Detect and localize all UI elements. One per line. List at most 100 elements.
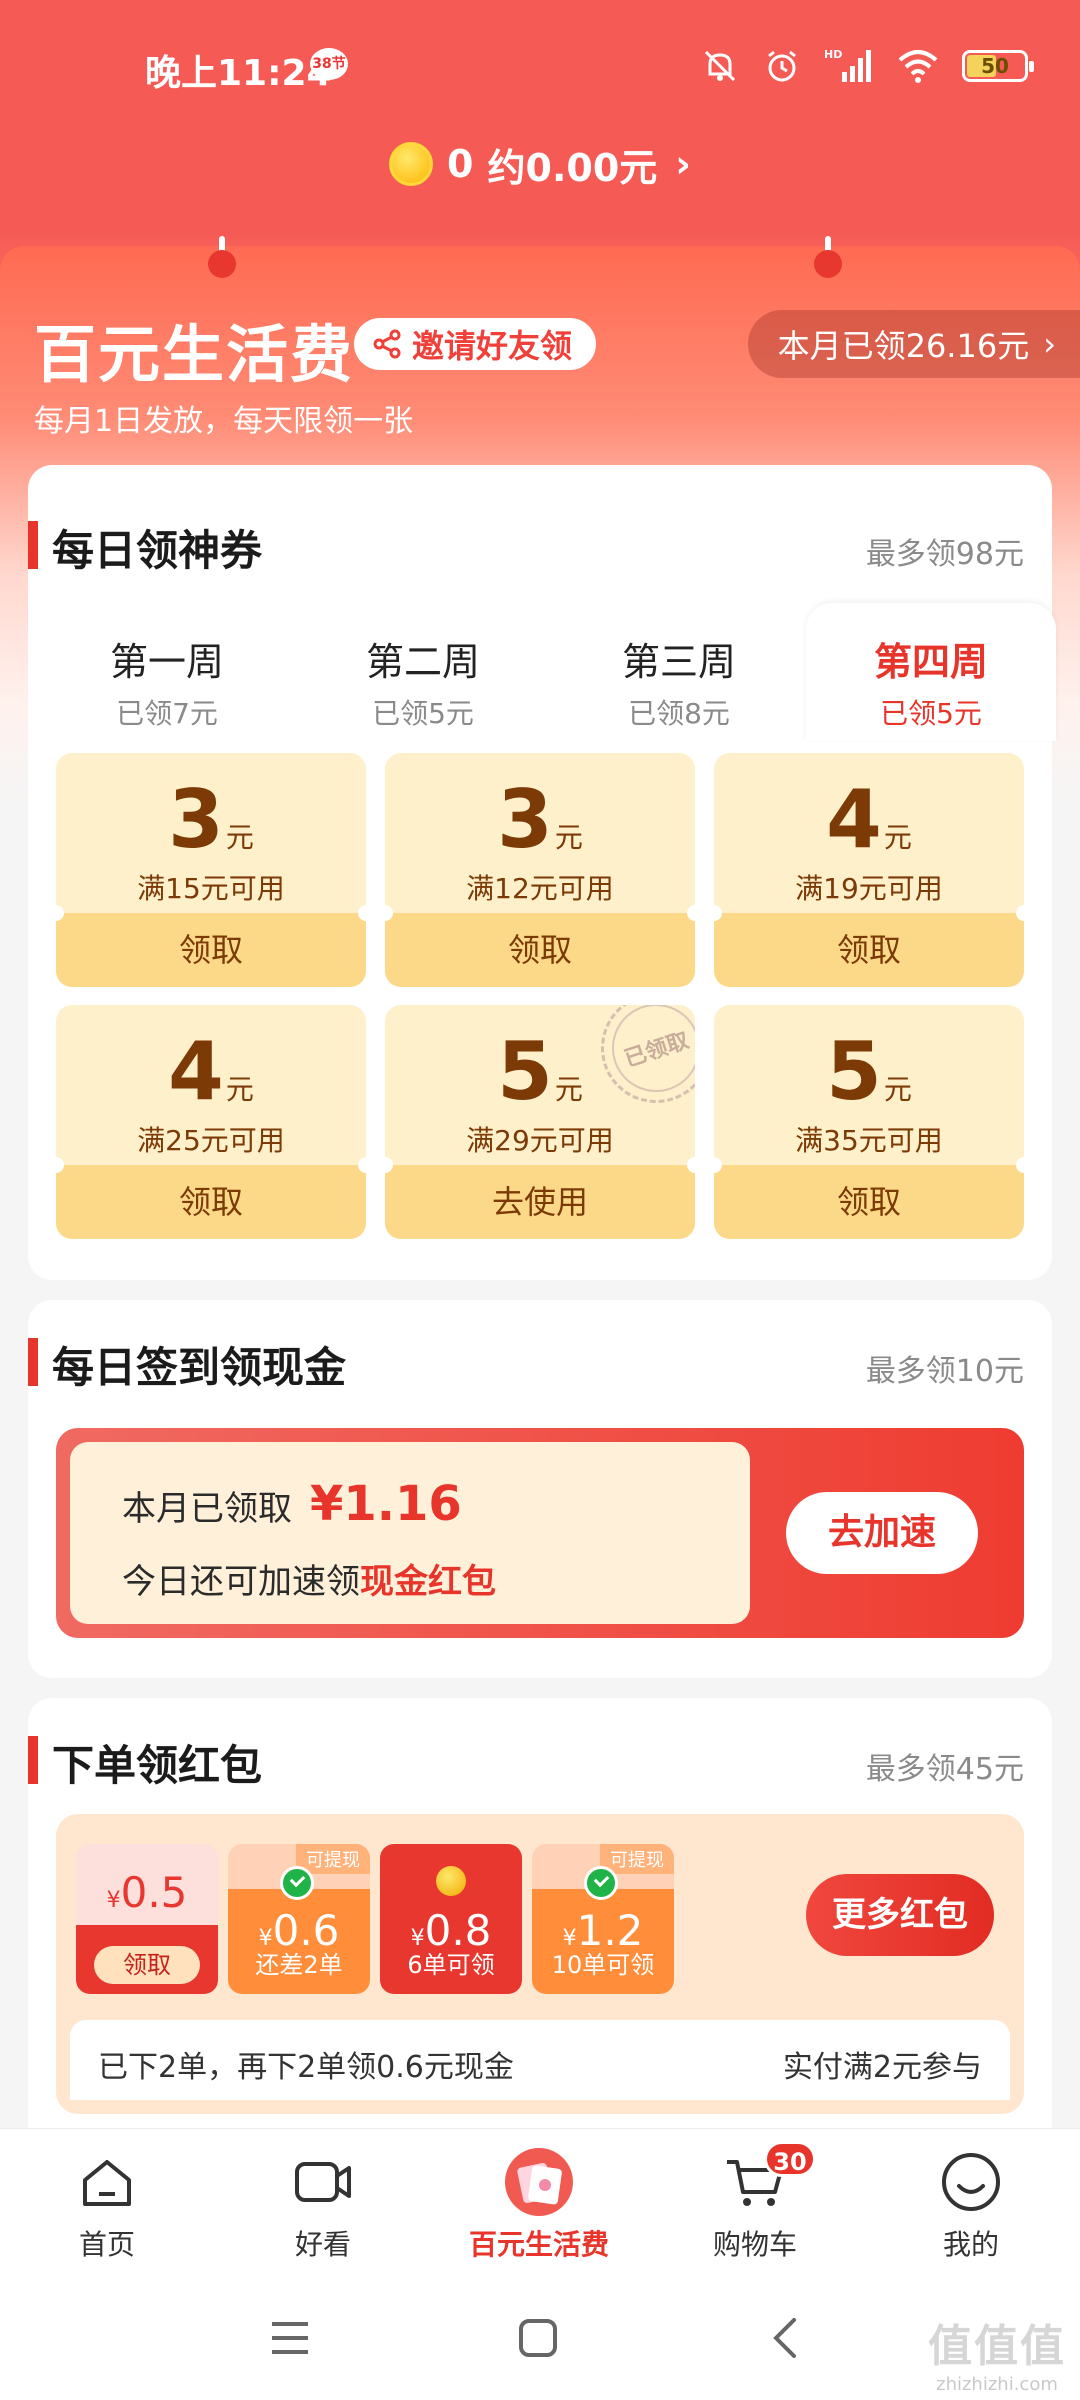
nav-label: 首页 — [78, 2228, 135, 2261]
red-packet-area: ¥0.5 领取 可提现 ¥0.6 还差2单 ¥0.8 6单可领 可提现 ¥1.2… — [56, 1814, 1024, 2114]
red-packet[interactable]: ¥0.8 6单可领 — [380, 1844, 522, 1994]
coupon-unit: 元 — [225, 821, 254, 854]
status-bar: 晚上11:24 38节 HD 50 — [0, 0, 1080, 130]
week-received: 已领7元 — [116, 697, 218, 730]
coupon-unit: 元 — [225, 1073, 254, 1106]
svg-text:HD: HD — [824, 48, 842, 61]
chevron-right-icon: › — [675, 142, 691, 186]
smiley-icon — [942, 2153, 1000, 2211]
tab-week-4[interactable]: 第四周 已领5元 — [806, 603, 1056, 741]
pin-icon — [208, 236, 236, 278]
watermark-text: 值值值 — [928, 2321, 1066, 2372]
nav-profile[interactable]: 我的 — [896, 2147, 1046, 2263]
coupon-card: 3元 满12元可用 领取 — [385, 753, 695, 987]
red-packet[interactable]: 可提现 ¥0.6 还差2单 — [228, 1844, 370, 1994]
coupon-unit: 元 — [554, 821, 583, 854]
coupon-condition: 满15元可用 — [137, 872, 285, 905]
checkin-section: 每日签到领现金 最多领10元 本月已领取 ¥1.16 今日还可加速领现金红包 去… — [28, 1300, 1052, 1678]
pin-icon — [814, 236, 842, 278]
red-packet[interactable]: 可提现 ¥1.2 10单可领 — [532, 1844, 674, 1994]
home-icon — [83, 2160, 131, 2206]
tab-week-1[interactable]: 第一周 已领7元 — [42, 603, 292, 741]
week-received: 已领5元 — [372, 697, 474, 730]
week-name: 第一周 — [109, 640, 224, 684]
nav-video[interactable]: 好看 — [248, 2147, 398, 2263]
invite-friends-button[interactable]: 邀请好友领 — [354, 318, 597, 370]
packet-label: 还差2单 — [255, 1951, 343, 1979]
red-packet[interactable]: ¥0.5 领取 — [76, 1844, 218, 1994]
nav-label: 我的 — [942, 2228, 999, 2261]
cash-box: 本月已领取 ¥1.16 今日还可加速领现金红包 去加速 — [56, 1428, 1024, 1638]
coupon-amount: 5 — [826, 1025, 882, 1118]
watermark: 值值值 zhizhizhi.com — [928, 2310, 1066, 2395]
coin-balance[interactable]: 0 约0.00元 › — [0, 132, 1080, 196]
speed-up-button[interactable]: 去加速 — [786, 1492, 978, 1574]
packet-label: 10单可领 — [551, 1951, 655, 1979]
coupon-amount: 4 — [826, 773, 882, 866]
claim-coupon-button[interactable]: 领取 — [56, 905, 366, 987]
coupon-amount: 5 — [497, 1025, 553, 1118]
cash-received-amount: ¥1.16 — [310, 1476, 462, 1532]
signal-icon: HD — [824, 48, 871, 82]
coupon-unit: 元 — [883, 1073, 912, 1106]
coupon-condition: 满25元可用 — [137, 1124, 285, 1157]
section-title: 每日领神券 — [52, 526, 263, 575]
tab-week-2[interactable]: 第二周 已领5元 — [298, 603, 548, 741]
use-coupon-button[interactable]: 去使用 — [385, 1157, 695, 1239]
system-nav-bar — [0, 2280, 1080, 2400]
order-packet-section: 下单领红包 最多领45元 ¥0.5 领取 可提现 ¥0.6 还差2单 ¥0.8 … — [28, 1698, 1052, 2178]
nav-living-allowance[interactable]: 百元生活费 — [464, 2147, 614, 2263]
section-title: 下单领红包 — [52, 1741, 263, 1790]
more-packets-button[interactable]: 更多红包 — [806, 1874, 994, 1956]
week-name: 第三周 — [621, 640, 736, 684]
bottom-nav: 首页 好看 百元生活费 30 购物车 我的 — [0, 2128, 1080, 2280]
living-allowance-icon — [505, 2148, 573, 2216]
coupon-amount: 3 — [168, 773, 224, 866]
claim-packet-button[interactable]: 领取 — [94, 1946, 200, 1984]
claim-coupon-button[interactable]: 领取 — [385, 905, 695, 987]
coupon-amount: 3 — [497, 773, 553, 866]
back-icon[interactable] — [764, 2316, 808, 2360]
cash-speed-prefix: 今日还可加速领 — [122, 1562, 360, 1602]
tab-week-3[interactable]: 第三周 已领8元 — [554, 603, 804, 741]
packet-value: 0.5 — [120, 1868, 188, 1917]
page-subtitle: 每月1日发放，每天限领一张 — [34, 404, 414, 439]
section-accent-bar — [28, 521, 38, 569]
month-received-pill[interactable]: 本月已领26.16元 › — [747, 310, 1080, 378]
invite-friends-label: 邀请好友领 — [412, 327, 573, 365]
coin-count: 0 — [447, 142, 474, 186]
section-title: 每日签到领现金 — [52, 1343, 347, 1392]
video-camera-icon — [295, 2162, 351, 2202]
coupon-card: 3元 满15元可用 领取 — [56, 753, 366, 987]
order-progress-text: 已下2单，再下2单领0.6元现金 — [98, 2050, 514, 2085]
packet-label: 6单可领 — [407, 1951, 495, 1979]
nav-home[interactable]: 首页 — [32, 2147, 182, 2263]
battery-level: 50 — [981, 54, 1009, 78]
claim-coupon-button[interactable]: 领取 — [56, 1157, 366, 1239]
week-received: 已领5元 — [880, 697, 982, 730]
coupon-condition: 满19元可用 — [795, 872, 943, 905]
claim-coupon-button[interactable]: 领取 — [714, 905, 1024, 987]
coupon-card: 4元 满25元可用 领取 — [56, 1005, 366, 1239]
section-accent-bar — [28, 1736, 38, 1784]
gold-coin-icon — [436, 1866, 466, 1896]
section-max-label: 最多领45元 — [865, 1752, 1024, 1787]
watermark-url: zhizhizhi.com — [936, 2374, 1058, 2395]
home-square-icon[interactable] — [516, 2316, 560, 2360]
coupon-card: 4元 满19元可用 领取 — [714, 753, 1024, 987]
yen-symbol: ¥ — [106, 1888, 121, 1913]
section-max-label: 最多领98元 — [865, 537, 1024, 572]
wechat-pay-icon — [280, 1866, 314, 1900]
week-received: 已领8元 — [628, 697, 730, 730]
coupon-card: 5元 满35元可用 领取 — [714, 1005, 1024, 1239]
cash-speed-highlight: 现金红包 — [360, 1562, 496, 1602]
wechat-pay-icon — [584, 1866, 618, 1900]
status-icons: HD 50 — [700, 44, 1034, 88]
menu-icon[interactable] — [268, 2316, 312, 2360]
coin-icon — [389, 142, 434, 186]
status-notification-badge: 38节 — [310, 48, 348, 80]
mute-bell-icon — [704, 50, 736, 82]
daily-coupon-section: 每日领神券 最多领98元 第一周 已领7元 第二周 已领5元 第三周 已领8元 … — [28, 465, 1056, 1280]
nav-cart[interactable]: 30 购物车 — [680, 2141, 830, 2263]
claim-coupon-button[interactable]: 领取 — [714, 1157, 1024, 1239]
